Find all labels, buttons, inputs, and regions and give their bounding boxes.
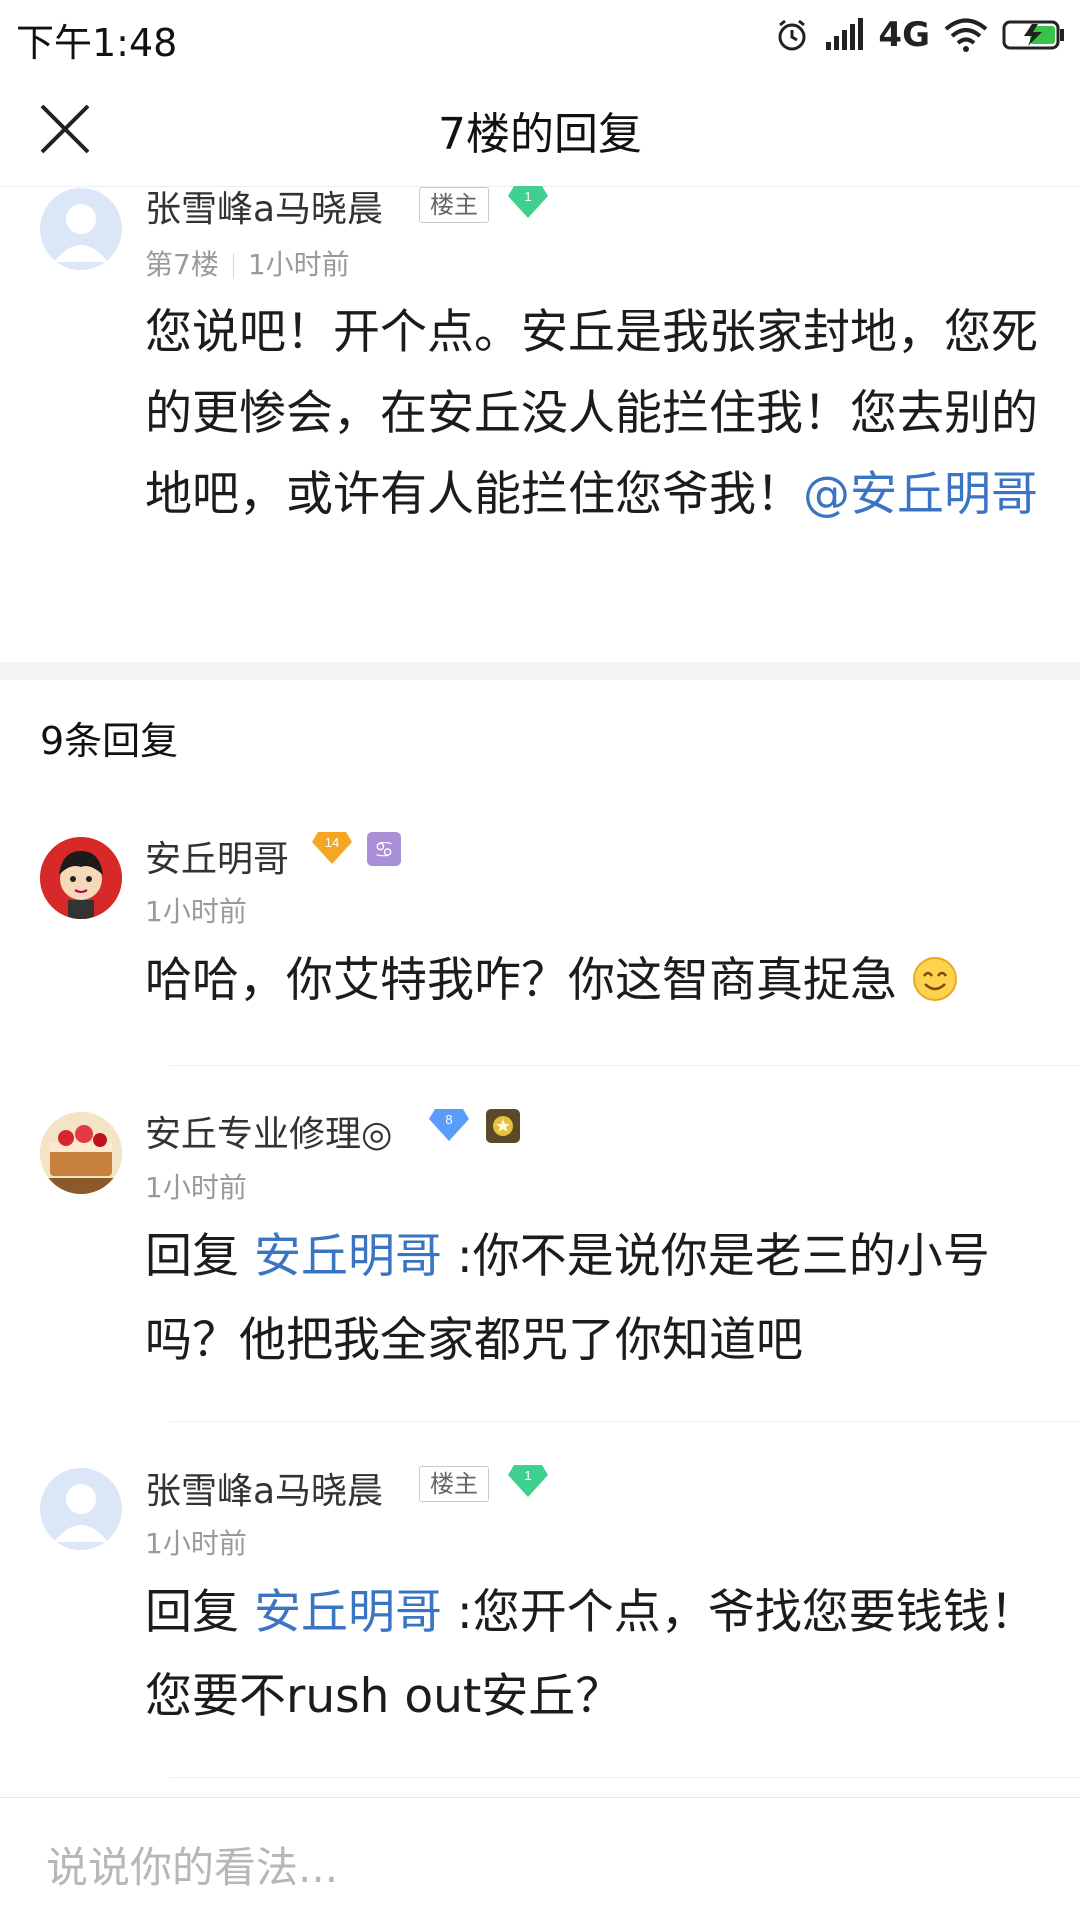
- level-badge-icon: 1: [508, 1465, 548, 1497]
- svg-text:1: 1: [524, 1468, 531, 1483]
- post-time: 1小时前: [247, 248, 350, 281]
- reply-prefix: 回复: [145, 1229, 239, 1284]
- main-post-username[interactable]: 张雪峰a马晓晨: [145, 180, 383, 232]
- reply-divider: [170, 1777, 1080, 1778]
- replies-count: 9条回复: [40, 719, 179, 763]
- reply-content: 回复 安丘明哥 :你不是说你是老三的小号吗？他把我全家都咒了你知道吧: [145, 1215, 1045, 1383]
- svg-text:1: 1: [524, 189, 531, 204]
- battery-icon: [1002, 20, 1064, 50]
- signal-icon: [826, 18, 864, 50]
- avatar[interactable]: [40, 1468, 122, 1550]
- mention-link[interactable]: @安丘明哥: [803, 467, 1038, 522]
- comment-input-placeholder[interactable]: 说说你的看法...: [46, 1834, 338, 1895]
- avatar[interactable]: [40, 1112, 122, 1194]
- cake-avatar-icon: [40, 1112, 122, 1194]
- wifi-icon: [944, 18, 988, 52]
- svg-text:8: 8: [445, 1112, 452, 1127]
- nav-bar: 7楼的回复: [0, 70, 1080, 187]
- main-post-content: 您说吧！开个点。安丘是我张家封地，您死的更惨会，在安丘没人能拦住我！您去别的地吧…: [145, 292, 1045, 535]
- owner-tag: 楼主: [419, 1466, 489, 1502]
- status-time: 下午1:48: [16, 21, 178, 65]
- status-bar: 下午1:48 4G: [0, 0, 1080, 70]
- reply-to-link[interactable]: 安丘明哥: [254, 1229, 442, 1284]
- reply-divider: [170, 1421, 1080, 1422]
- reply-time: 1小时前: [145, 1171, 247, 1204]
- page-title: 7楼的回复: [438, 109, 642, 160]
- medal-icon: [486, 1109, 520, 1143]
- reply-content: 哈哈，你艾特我咋？你这智商真捉急: [145, 940, 1045, 1021]
- reply-time: 1小时前: [145, 895, 247, 928]
- main-post-meta: 第7楼 1小时前: [145, 243, 350, 283]
- zodiac-cancer-icon: ♋: [367, 832, 401, 866]
- reply-username[interactable]: 张雪峰a马晓晨: [145, 1462, 383, 1514]
- avatar[interactable]: [40, 188, 122, 270]
- comment-input-bar[interactable]: 说说你的看法...: [0, 1797, 1080, 1921]
- owner-tag: 楼主: [419, 187, 489, 223]
- cartoon-avatar-icon: [40, 837, 122, 919]
- reply-divider: [170, 1065, 1080, 1066]
- default-avatar-icon: [54, 1484, 108, 1542]
- smile-emoji-icon: [912, 957, 957, 1001]
- status-icons: 4G: [774, 12, 1066, 58]
- section-divider: [0, 662, 1080, 680]
- reply-prefix: 回复: [145, 1585, 239, 1640]
- reply-username[interactable]: 安丘明哥: [145, 830, 289, 882]
- default-avatar-icon: [54, 204, 108, 262]
- floor-number: 第7楼: [145, 248, 219, 281]
- network-type: 4G: [878, 15, 930, 55]
- level-badge-icon: 14: [312, 832, 352, 864]
- reply-content: 回复 安丘明哥 :您开个点，爷找您要钱钱！您要不rush out安丘？: [145, 1571, 1045, 1739]
- svg-text:14: 14: [325, 835, 339, 850]
- reply-time: 1小时前: [145, 1527, 247, 1560]
- level-badge-icon: 8: [429, 1109, 469, 1141]
- avatar[interactable]: [40, 837, 122, 919]
- reply-text: 哈哈，你艾特我咋？你这智商真捉急: [145, 953, 897, 1008]
- reply-to-link[interactable]: 安丘明哥: [254, 1585, 442, 1640]
- svg-text:♋: ♋: [374, 838, 394, 863]
- alarm-icon: [778, 19, 806, 51]
- level-badge-icon: 1: [508, 186, 548, 218]
- reply-username[interactable]: 安丘专业修理◎: [145, 1105, 392, 1157]
